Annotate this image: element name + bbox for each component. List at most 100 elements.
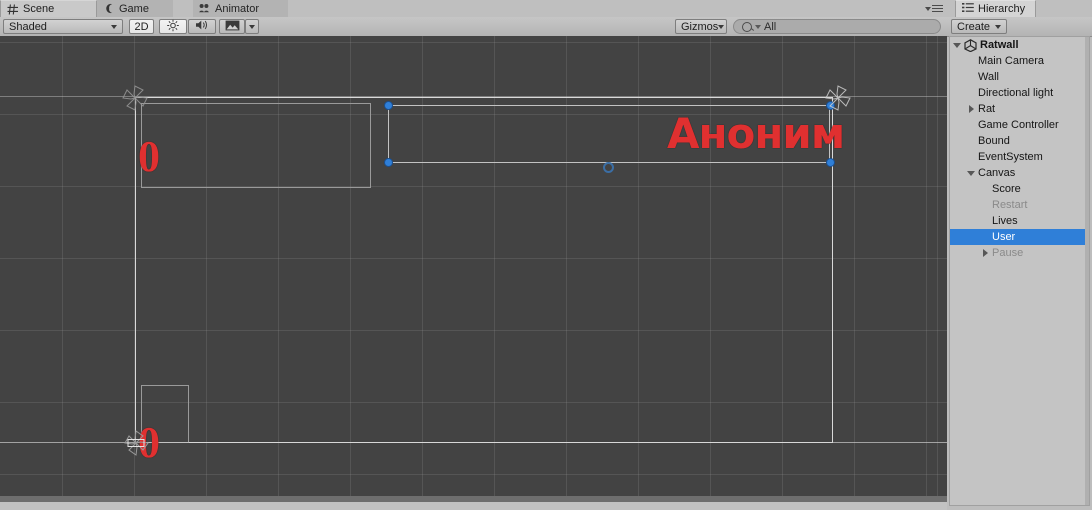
- hierarchy-item-label: Canvas: [978, 167, 1016, 179]
- hierarchy-item-label: Rat: [978, 103, 996, 115]
- hierarchy-item-label: Directional light: [978, 87, 1054, 99]
- toggle-2d-button[interactable]: 2D: [129, 19, 154, 34]
- hierarchy-item-directional-light[interactable]: Directional light: [950, 85, 1089, 101]
- twisty-placeholder: [966, 120, 977, 131]
- chevron-right-icon[interactable]: [966, 104, 977, 115]
- gamepad-icon: [103, 3, 115, 14]
- hierarchy-panel: Hierarchy Create Ratwall Main Camera Wall D…: [947, 0, 1092, 510]
- pivot-gizmo-top-left[interactable]: [118, 81, 152, 115]
- resize-handle-bottom-right[interactable]: [826, 158, 835, 167]
- audio-toggle-button[interactable]: [188, 19, 216, 34]
- hierarchy-item-label: Score: [992, 183, 1021, 195]
- chevron-down-icon: [111, 24, 117, 29]
- search-value: All: [764, 20, 777, 33]
- hierarchy-item-bound[interactable]: Bound: [950, 133, 1089, 149]
- hierarchy-item-score[interactable]: Score: [950, 181, 1089, 197]
- hierarchy-item-label: Ratwall: [980, 39, 1019, 51]
- hierarchy-item-label: EventSystem: [978, 151, 1043, 163]
- twisty-placeholder: [966, 72, 977, 83]
- chevron-right-icon[interactable]: [980, 248, 991, 259]
- hierarchy-item-label: User: [992, 231, 1016, 243]
- hierarchy-item-main-camera[interactable]: Main Camera: [950, 53, 1089, 69]
- chevron-down-icon: [718, 24, 725, 29]
- user-text[interactable]: Аноним: [667, 109, 845, 158]
- scene-toolbar: Shaded 2D Gizmos All: [0, 17, 947, 37]
- tab-game-label: Game: [119, 2, 149, 15]
- twisty-placeholder: [980, 216, 991, 227]
- chevron-down-icon: [995, 24, 1002, 29]
- tab-hierarchy[interactable]: Hierarchy: [955, 0, 1037, 17]
- hierarchy-item-label: Lives: [992, 215, 1018, 227]
- viewport-bottom-bar: [0, 496, 947, 502]
- twisty-placeholder: [966, 88, 977, 99]
- tab-scene[interactable]: Scene: [0, 0, 97, 17]
- twisty-placeholder: [980, 200, 991, 211]
- hierarchy-list[interactable]: Ratwall Main Camera Wall Directional light R…: [949, 36, 1090, 506]
- unity-editor-window: Scene Game Animator Shaded 2D Gizmos All…: [0, 0, 1092, 510]
- panel-menu-icon[interactable]: [923, 3, 943, 15]
- create-button[interactable]: Create: [951, 19, 1008, 34]
- hierarchy-item-label: Wall: [978, 71, 999, 83]
- twisty-placeholder: [980, 232, 991, 243]
- toggle-2d-label: 2D: [134, 20, 149, 33]
- hierarchy-item-label: Game Controller: [978, 119, 1059, 131]
- sun-icon: [166, 19, 180, 35]
- tab-game[interactable]: Game: [97, 0, 173, 17]
- hierarchy-item-label: Main Camera: [978, 55, 1045, 67]
- hierarchy-item-user[interactable]: User: [950, 229, 1089, 245]
- hierarchy-tab-bar: Hierarchy: [947, 0, 1092, 17]
- hierarchy-item-restart[interactable]: Restart: [950, 197, 1089, 213]
- hierarchy-item-label: Restart: [992, 199, 1028, 211]
- hierarchy-item-ratwall[interactable]: Ratwall: [950, 37, 1089, 53]
- gizmos-dropdown[interactable]: Gizmos: [675, 19, 727, 34]
- resize-handle-top-left[interactable]: [384, 101, 393, 110]
- hierarchy-item-game-controller[interactable]: Game Controller: [950, 117, 1089, 133]
- chevron-down-icon: [925, 7, 931, 11]
- animator-icon: [199, 3, 211, 14]
- score-text[interactable]: 0: [138, 131, 160, 182]
- scene-viewport[interactable]: 0 0 Аноним: [0, 36, 947, 502]
- grid-icon: [7, 3, 19, 15]
- twisty-placeholder: [966, 56, 977, 67]
- hierarchy-toolbar: Create: [947, 17, 1092, 37]
- hierarchy-item-eventsystem[interactable]: EventSystem: [950, 149, 1089, 165]
- twisty-placeholder: [966, 152, 977, 163]
- speaker-icon: [195, 19, 210, 34]
- tab-hierarchy-label: Hierarchy: [978, 3, 1026, 15]
- hierarchy-item-label: Pause: [992, 247, 1024, 259]
- unity-scene-icon: [964, 38, 977, 52]
- score-rect-outline: [141, 103, 371, 188]
- twisty-placeholder: [966, 136, 977, 147]
- gizmos-label: Gizmos: [681, 20, 719, 33]
- scene-panel: Scene Game Animator Shaded 2D Gizmos All…: [0, 0, 947, 510]
- hierarchy-item-rat[interactable]: Rat: [950, 101, 1089, 117]
- resize-handle-bottom-left[interactable]: [384, 158, 393, 167]
- effects-dropdown-button[interactable]: [245, 19, 259, 34]
- hierarchy-item-label: Bound: [978, 135, 1010, 147]
- chevron-down-icon: [755, 24, 761, 29]
- create-button-label: Create: [957, 20, 991, 33]
- effects-toggle-button[interactable]: [219, 19, 245, 34]
- draw-mode-dropdown[interactable]: Shaded: [3, 19, 123, 34]
- scene-tab-bar: Scene Game Animator: [0, 0, 947, 18]
- tab-scene-label: Scene: [23, 3, 55, 15]
- draw-mode-label: Shaded: [9, 20, 47, 33]
- hierarchy-item-pause[interactable]: Pause: [950, 245, 1089, 261]
- move-gizmo-bottom-left[interactable]: [115, 424, 157, 462]
- hierarchy-scrollbar[interactable]: [1085, 37, 1089, 505]
- lighting-toggle-button[interactable]: [159, 19, 187, 34]
- chevron-down-icon[interactable]: [952, 40, 963, 51]
- hierarchy-item-wall[interactable]: Wall: [950, 69, 1089, 85]
- search-input[interactable]: All: [733, 19, 941, 34]
- twisty-placeholder: [980, 184, 991, 195]
- hierarchy-item-lives[interactable]: Lives: [950, 213, 1089, 229]
- chevron-down-icon: [249, 24, 255, 29]
- hierarchy-item-canvas[interactable]: Canvas: [950, 165, 1089, 181]
- chevron-down-icon[interactable]: [966, 168, 977, 179]
- hierarchy-icon: [962, 2, 974, 16]
- pivot-gizmo-top-right[interactable]: [821, 81, 855, 115]
- tab-animator[interactable]: Animator: [193, 0, 288, 17]
- anchor-circle-handle[interactable]: [603, 162, 614, 173]
- image-icon: [225, 20, 240, 34]
- tab-animator-label: Animator: [215, 2, 260, 15]
